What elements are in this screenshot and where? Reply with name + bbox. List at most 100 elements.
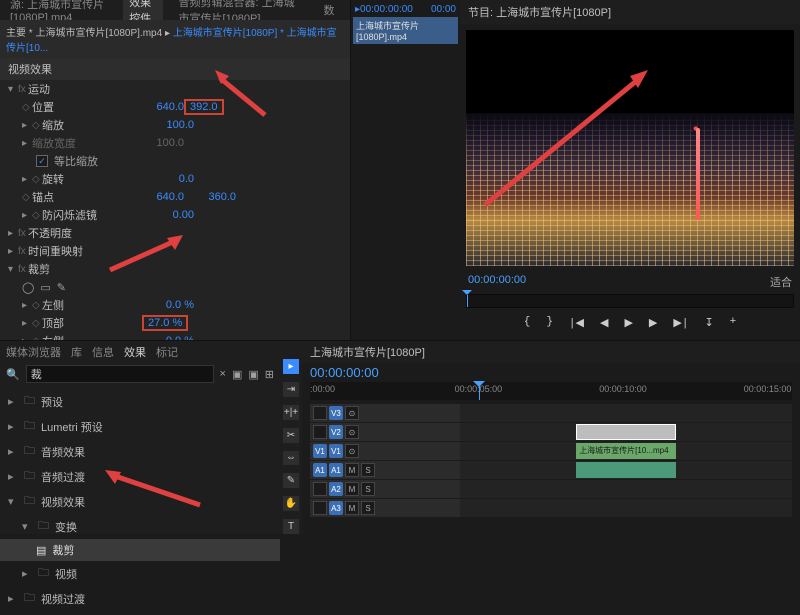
crop-top-value[interactable]: 27.0 % <box>148 317 182 329</box>
track-target-a1[interactable]: A1 <box>329 463 343 477</box>
filter-icon[interactable]: ⊞ <box>265 368 274 381</box>
twisty-icon[interactable]: ▸ <box>22 174 32 185</box>
step-fwd-button[interactable]: ▶ <box>649 316 657 330</box>
twisty-icon[interactable]: ▾ <box>22 520 32 533</box>
twisty-icon[interactable]: ▸ <box>22 336 32 341</box>
keyframe-toggle-icon[interactable]: ◇ <box>32 174 42 185</box>
bin-presets[interactable]: 预设 <box>41 394 63 410</box>
timeline-ruler[interactable]: :00:00 00:00:05:00 00:00:10:00 00:00:15:… <box>310 382 792 400</box>
timeremap-title[interactable]: 时间重映射 <box>28 243 350 259</box>
tab-media-browser[interactable]: 媒体浏览器 <box>6 344 61 360</box>
twisty-icon[interactable]: ▸ <box>22 210 32 221</box>
type-tool[interactable]: T <box>283 519 299 534</box>
go-prev-button[interactable]: |◀ <box>569 316 584 330</box>
eye-toggle[interactable]: ⊙ <box>345 425 359 439</box>
anchor-x[interactable]: 640.0 <box>132 191 184 203</box>
crop-left-value[interactable]: 0.0 % <box>142 299 194 311</box>
solo-toggle[interactable]: S <box>361 501 375 515</box>
sequence-tab[interactable]: 上海城市宣传片[1080P] <box>310 347 425 359</box>
program-ruler[interactable] <box>466 294 794 308</box>
twisty-icon[interactable]: ▾ <box>8 264 18 275</box>
filter-icon[interactable]: ▣ <box>232 368 242 381</box>
strip-clip[interactable]: 上海城市宣传片[1080P].mp4 <box>353 17 458 44</box>
rotation-value[interactable]: 0.0 <box>142 173 194 185</box>
step-back-button[interactable]: ◀ <box>600 316 608 330</box>
slip-tool[interactable]: ⇔ <box>283 451 299 466</box>
export-frame-button[interactable]: ↧ <box>704 316 713 330</box>
timeline-timecode[interactable]: 00:00:00:00 <box>302 363 800 382</box>
mark-in-button[interactable]: { <box>524 316 531 330</box>
anchor-y[interactable]: 360.0 <box>184 191 236 203</box>
track-target-v1[interactable]: V1 <box>329 444 343 458</box>
track-toggle[interactable] <box>313 425 327 439</box>
keyframe-toggle-icon[interactable]: ◇ <box>32 300 42 311</box>
twisty-icon[interactable]: ▸ <box>8 470 18 483</box>
track-target-v2[interactable]: V2 <box>329 425 343 439</box>
twisty-icon[interactable]: ▸ <box>22 318 32 329</box>
keyframe-toggle-icon[interactable]: ◇ <box>22 192 32 203</box>
crop-right-value[interactable]: 0.0 % <box>142 335 194 340</box>
ellipse-mask-icon[interactable]: ◯ <box>22 281 34 294</box>
bin-lumetri[interactable]: Lumetri 预设 <box>41 419 103 435</box>
clip-a1[interactable] <box>576 462 676 478</box>
solo-toggle[interactable]: S <box>361 463 375 477</box>
pen-mask-icon[interactable]: ✎ <box>57 281 66 294</box>
twisty-icon[interactable]: ▸ <box>8 592 18 605</box>
track-select-tool[interactable]: ⇥ <box>283 382 299 397</box>
opacity-title[interactable]: 不透明度 <box>28 225 350 241</box>
rect-mask-icon[interactable]: ▭ <box>40 281 50 294</box>
twisty-icon[interactable]: ▸ <box>22 567 32 580</box>
twisty-icon[interactable]: ▸ <box>8 246 18 257</box>
tab-libraries[interactable]: 库 <box>71 344 82 360</box>
playhead-icon[interactable] <box>467 295 468 307</box>
bin-audio-fx[interactable]: 音频效果 <box>41 444 85 460</box>
clip-v1[interactable]: 上海城市宣传片[10...mp4 <box>576 443 676 459</box>
keyframe-toggle-icon[interactable]: ◇ <box>32 318 42 329</box>
track-target-a2[interactable]: A2 <box>329 482 343 496</box>
program-timecode[interactable]: 00:00:00:00 <box>468 274 526 290</box>
eye-toggle[interactable]: ⊙ <box>345 406 359 420</box>
zoom-fit[interactable]: 适合 <box>770 274 792 290</box>
mute-toggle[interactable]: M <box>345 482 359 496</box>
keyframe-toggle-icon[interactable]: ◇ <box>32 210 42 221</box>
keyframe-toggle-icon[interactable]: ◇ <box>32 120 42 131</box>
position-y[interactable]: 392.0 <box>190 101 218 113</box>
twisty-icon[interactable]: ▸ <box>8 228 18 239</box>
track-area[interactable]: 上海城市宣传片[10...mp4 <box>460 404 792 518</box>
tab-info[interactable]: 信息 <box>92 344 114 360</box>
clip-v2[interactable] <box>576 424 676 440</box>
razor-tool[interactable]: ✂ <box>283 428 299 443</box>
source-patch-a1[interactable]: A1 <box>313 463 327 477</box>
scale-value[interactable]: 100.0 <box>142 119 194 131</box>
motion-title[interactable]: 运动 <box>28 81 350 97</box>
twisty-icon[interactable]: ▸ <box>8 445 18 458</box>
crop-title[interactable]: 裁剪 <box>28 261 350 277</box>
effects-search-input[interactable] <box>26 365 214 383</box>
bin-video-tr[interactable]: 视频过渡 <box>41 591 85 607</box>
bin-audio-tr[interactable]: 音频过渡 <box>41 469 85 485</box>
selection-tool[interactable]: ▸ <box>283 359 299 374</box>
solo-toggle[interactable]: S <box>361 482 375 496</box>
go-next-button[interactable]: ▶| <box>673 316 688 330</box>
mark-out-button[interactable]: } <box>546 316 553 330</box>
track-target-a3[interactable]: A3 <box>329 501 343 515</box>
program-viewer[interactable] <box>466 30 794 266</box>
twisty-icon[interactable]: ▸ <box>8 395 18 408</box>
keyframe-toggle-icon[interactable]: ◇ <box>32 336 42 341</box>
twisty-icon[interactable]: ▸ <box>22 300 32 311</box>
keyframe-toggle-icon[interactable]: ◇ <box>22 102 32 113</box>
track-target-v3[interactable]: V3 <box>329 406 343 420</box>
bin-video-fx[interactable]: 视频效果 <box>41 494 85 510</box>
bin-transform[interactable]: 变换 <box>55 519 77 535</box>
twisty-icon[interactable]: ▸ <box>8 420 18 433</box>
twisty-icon[interactable]: ▸ <box>22 138 32 149</box>
track-toggle[interactable] <box>313 482 327 496</box>
track-toggle[interactable] <box>313 501 327 515</box>
antiflicker-value[interactable]: 0.00 <box>142 209 194 221</box>
playhead-icon[interactable] <box>479 382 480 400</box>
eye-toggle[interactable]: ⊙ <box>345 444 359 458</box>
twisty-icon[interactable]: ▾ <box>8 84 18 95</box>
mute-toggle[interactable]: M <box>345 501 359 515</box>
uniform-scale-checkbox[interactable] <box>36 155 48 167</box>
effect-crop[interactable]: 裁剪 <box>52 542 74 558</box>
